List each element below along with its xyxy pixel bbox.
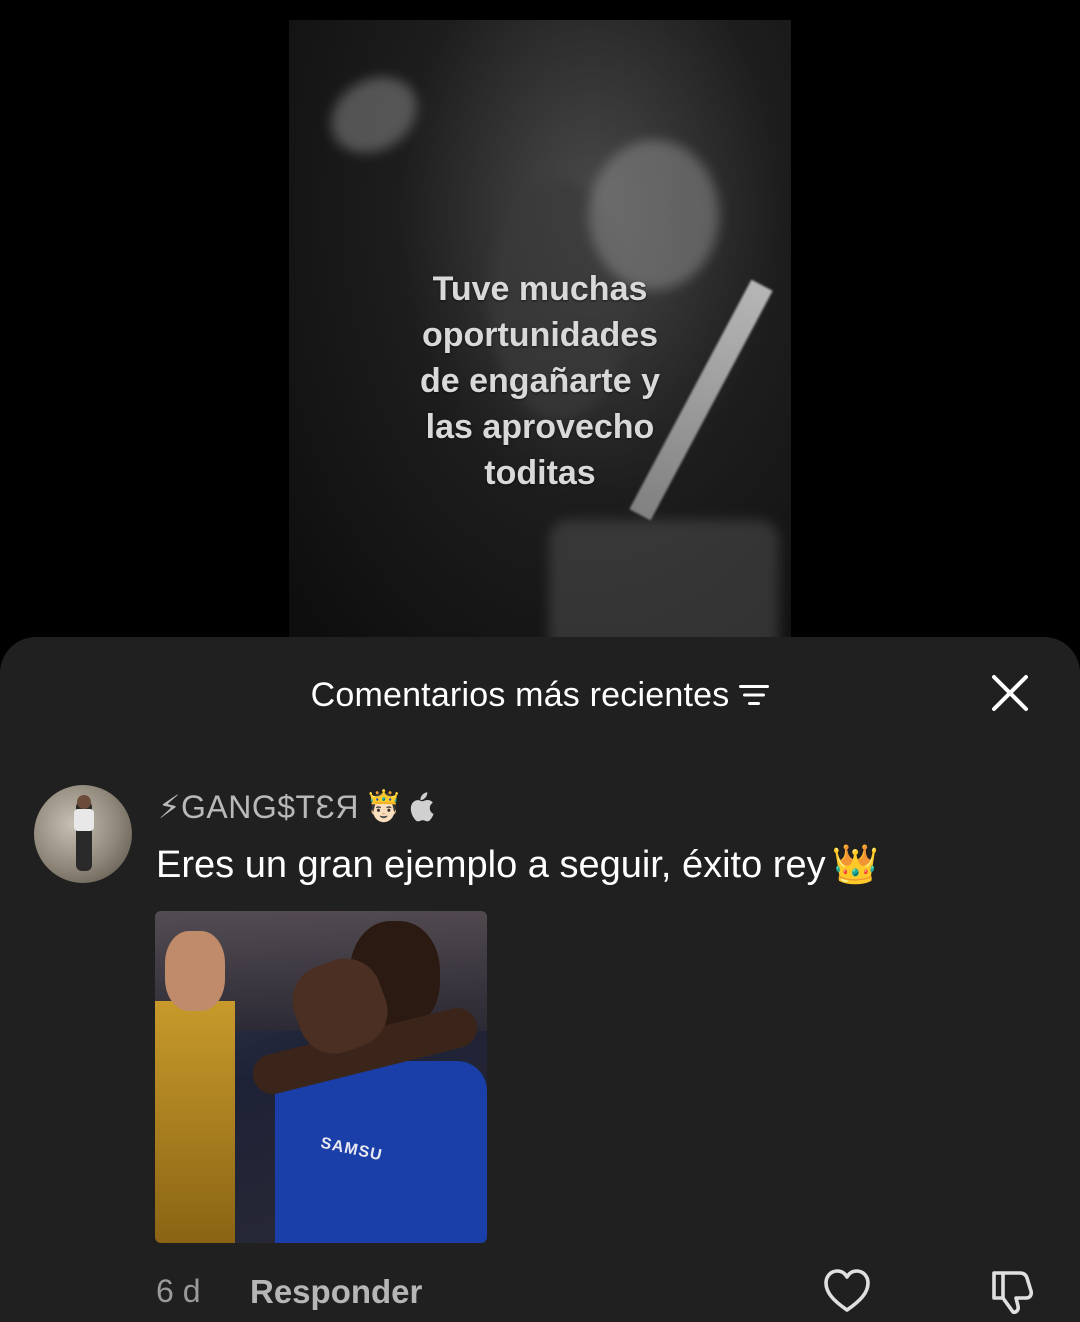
comment-body: Eres un gran ejemplo a seguir, éxito rey bbox=[156, 844, 826, 886]
dislike-button[interactable] bbox=[988, 1267, 1038, 1315]
close-button[interactable] bbox=[990, 673, 1030, 713]
video-preview[interactable]: Tuve muchas oportunidades de engañarte y… bbox=[289, 20, 791, 660]
sheet-header: Comentarios más recientes bbox=[0, 673, 1080, 717]
reply-button[interactable]: Responder bbox=[250, 1273, 422, 1311]
avatar-figure-head bbox=[77, 795, 91, 809]
gif-person-left bbox=[155, 1001, 235, 1243]
close-icon bbox=[992, 675, 1028, 711]
video-caption: Tuve muchas oportunidades de engañarte y… bbox=[420, 270, 660, 492]
sheet-title: Comentarios más recientes bbox=[310, 675, 730, 714]
filter-lines-icon[interactable] bbox=[739, 684, 770, 706]
thumbs-down-icon bbox=[992, 1271, 1034, 1314]
video-light-figure bbox=[317, 62, 431, 168]
like-button[interactable] bbox=[822, 1267, 872, 1315]
username[interactable]: ⚡GANG$TƐЯ bbox=[158, 788, 359, 826]
screen: Tuve muchas oportunidades de engañarte y… bbox=[0, 0, 1080, 1322]
comments-sheet: Comentarios más recientes ⚡GANG$TƐЯ 🤴🏻 E… bbox=[0, 637, 1080, 1322]
avatar-figure-shirt bbox=[74, 809, 94, 831]
comment-time: 6 d bbox=[156, 1273, 201, 1309]
username-row: ⚡GANG$TƐЯ 🤴🏻 bbox=[158, 787, 434, 827]
comment-text: Eres un gran ejemplo a seguir, éxito rey… bbox=[156, 843, 879, 887]
comment-gif[interactable]: SAMSU bbox=[155, 911, 487, 1243]
crown-emoji: 👑 bbox=[831, 844, 879, 886]
avatar[interactable] bbox=[34, 785, 132, 883]
apple-icon bbox=[408, 792, 434, 822]
crown-person-badge: 🤴🏻 bbox=[364, 790, 403, 823]
gif-person-left-head bbox=[165, 931, 225, 1011]
heart-outline-icon bbox=[824, 1269, 870, 1312]
